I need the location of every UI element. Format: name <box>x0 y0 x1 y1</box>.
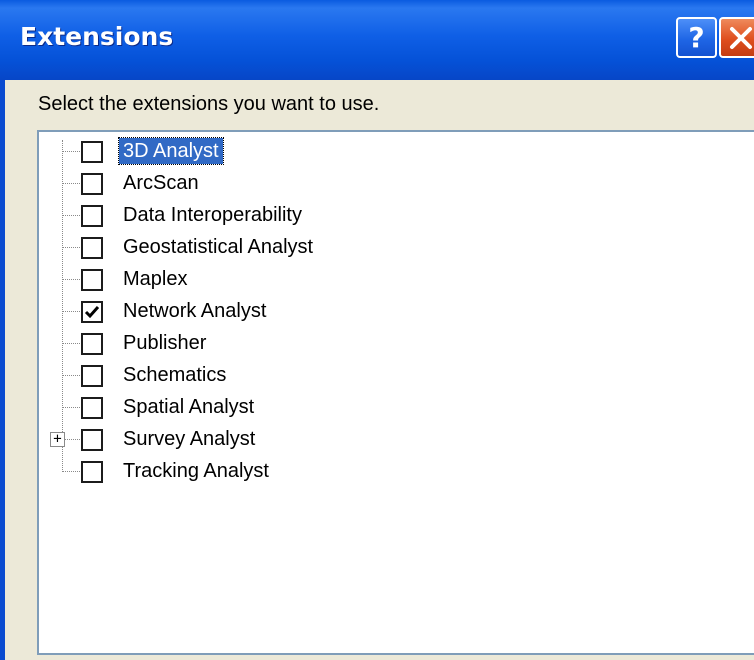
tree-connector <box>62 183 80 184</box>
window-title: Extensions <box>20 22 174 51</box>
extension-item[interactable]: 3D Analyst <box>62 136 662 168</box>
extension-checkbox[interactable] <box>81 173 103 195</box>
extension-item[interactable]: Spatial Analyst <box>62 392 662 424</box>
tree-connector <box>62 279 80 280</box>
extension-label[interactable]: Data Interoperability <box>119 202 306 228</box>
extension-checkbox[interactable] <box>81 333 103 355</box>
help-icon: ? <box>688 20 705 54</box>
extension-label[interactable]: Maplex <box>119 266 191 292</box>
tree-connector <box>62 311 80 312</box>
title-bar[interactable]: Extensions ? <box>0 0 754 80</box>
extension-label[interactable]: ArcScan <box>119 170 203 196</box>
extension-checkbox[interactable] <box>81 365 103 387</box>
tree-connector <box>62 343 80 344</box>
extension-item[interactable]: ArcScan <box>62 168 662 200</box>
help-button[interactable]: ? <box>676 17 717 58</box>
expand-toggle[interactable]: + <box>50 432 65 447</box>
tree-connector <box>62 471 80 472</box>
extension-label[interactable]: Schematics <box>119 362 230 388</box>
window-frame <box>0 80 5 660</box>
close-icon <box>730 26 752 49</box>
extensions-dialog: Extensions ? Select the extensions you w… <box>0 0 754 660</box>
extension-checkbox[interactable] <box>81 301 103 323</box>
extension-label[interactable]: Tracking Analyst <box>119 458 273 484</box>
extension-label[interactable]: Publisher <box>119 330 210 356</box>
extension-checkbox[interactable] <box>81 141 103 163</box>
instruction-text: Select the extensions you want to use. <box>38 93 380 115</box>
extension-checkbox[interactable] <box>81 397 103 419</box>
extension-item[interactable]: Publisher <box>62 328 662 360</box>
extension-item[interactable]: Data Interoperability <box>62 200 662 232</box>
extension-label[interactable]: 3D Analyst <box>118 137 224 165</box>
extension-item[interactable]: Schematics <box>62 360 662 392</box>
extension-label[interactable]: Network Analyst <box>119 298 270 324</box>
extension-checkbox[interactable] <box>81 205 103 227</box>
extension-label[interactable]: Survey Analyst <box>119 426 259 452</box>
extension-checkbox[interactable] <box>81 461 103 483</box>
tree-connector <box>62 375 80 376</box>
tree-connector <box>62 407 80 408</box>
extension-label[interactable]: Geostatistical Analyst <box>119 234 317 260</box>
checkmark-icon <box>84 306 100 319</box>
extension-checkbox[interactable] <box>81 429 103 451</box>
tree-connector <box>62 247 80 248</box>
close-button[interactable] <box>719 17 754 58</box>
extension-checkbox[interactable] <box>81 237 103 259</box>
extension-item[interactable]: Geostatistical Analyst <box>62 232 662 264</box>
extension-label[interactable]: Spatial Analyst <box>119 394 258 420</box>
extension-item[interactable]: Tracking Analyst <box>62 456 662 488</box>
extension-item[interactable]: Maplex <box>62 264 662 296</box>
extension-item[interactable]: Network Analyst <box>62 296 662 328</box>
tree-connector <box>62 215 80 216</box>
extension-checkbox[interactable] <box>81 269 103 291</box>
tree-connector <box>62 151 80 152</box>
extension-item[interactable]: + Survey Analyst <box>50 424 662 456</box>
